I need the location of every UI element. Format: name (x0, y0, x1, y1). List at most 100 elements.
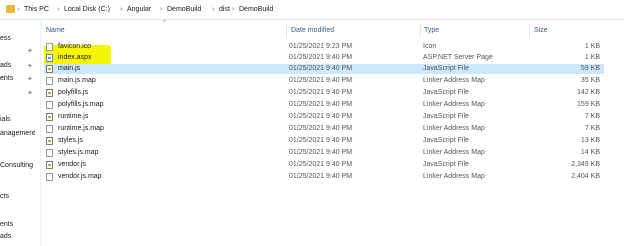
file-name: main.js (58, 65, 81, 72)
breadcrumb-demobuild-current[interactable]: DemoBuild (239, 6, 273, 13)
file-icon (46, 173, 53, 181)
nav-item[interactable]: ess (0, 35, 11, 42)
pin-icon: ✦ (27, 48, 33, 55)
breadcrumb-separator: › (17, 6, 20, 13)
file-name: styles.js.map (58, 149, 99, 156)
file-size: 13 KB (580, 137, 600, 144)
file-date: 01/25/2021 9:23 PM (289, 43, 353, 50)
file-row[interactable]: runtime.js.map 01/25/2021 9:40 PM Linker… (44, 124, 604, 134)
file-row[interactable]: vendor.js 01/25/2021 9:40 PM JavaScript … (44, 160, 604, 170)
file-row[interactable]: runtime.js 01/25/2021 9:40 PM JavaScript… (44, 112, 604, 122)
file-size: 2,404 KB (571, 173, 600, 180)
column-header-date[interactable]: Date modified (291, 27, 334, 34)
file-size: 35 KB (580, 77, 600, 84)
file-icon (46, 77, 53, 85)
column-header-row: ^ Name Date modified Type Size (41, 20, 624, 40)
nav-item[interactable]: ads (0, 233, 11, 240)
js-file-icon (46, 161, 53, 169)
file-icon (46, 101, 53, 109)
folder-icon (6, 5, 15, 13)
nav-item[interactable]: ads (0, 62, 11, 69)
file-type: Linker Address Map (423, 77, 485, 84)
sort-caret-icon: ^ (163, 20, 166, 26)
js-file-icon (46, 137, 53, 145)
file-date: 01/25/2021 9:40 PM (289, 149, 353, 156)
file-name: polyfills.js.map (58, 101, 104, 108)
file-type: Linker Address Map (423, 149, 485, 156)
file-size: 159 KB (577, 101, 600, 108)
file-size: 1 KB (584, 43, 600, 50)
file-name: runtime.js (58, 113, 89, 120)
nav-item[interactable]: ents (0, 221, 13, 228)
file-row[interactable]: styles.js.map 01/25/2021 9:40 PM Linker … (44, 148, 604, 158)
file-date: 01/25/2021 9:40 PM (289, 173, 353, 180)
file-row[interactable]: index.aspx 01/25/2021 9:40 PM ASP.NET Se… (44, 53, 604, 63)
file-type: JavaScript File (423, 89, 469, 96)
file-date: 01/25/2021 9:40 PM (289, 77, 353, 84)
file-date: 01/25/2021 9:40 PM (289, 137, 353, 144)
file-type: Icon (423, 43, 437, 50)
file-type: JavaScript File (423, 137, 469, 144)
nav-item[interactable]: anagement (0, 130, 35, 137)
address-bar[interactable]: › This PC › Local Disk (C:) › Angular › … (0, 0, 624, 20)
breadcrumb-separator: › (160, 6, 163, 13)
pin-icon: ✦ (27, 63, 33, 70)
column-divider[interactable] (529, 24, 530, 38)
file-date: 01/25/2021 9:40 PM (289, 161, 353, 168)
file-size: 2,349 KB (571, 161, 600, 168)
nav-item[interactable]: Consulting (0, 162, 33, 169)
file-name: favicon.ico (58, 43, 92, 50)
column-divider[interactable] (286, 24, 287, 38)
file-date: 01/25/2021 9:40 PM (289, 89, 353, 96)
file-name: runtime.js.map (58, 125, 104, 132)
file-row[interactable]: vendor.js.map 01/25/2021 9:40 PM Linker … (44, 172, 604, 182)
file-size: 59 KB (580, 65, 600, 72)
file-row-selected[interactable]: main.js 01/25/2021 9:40 PM JavaScript Fi… (44, 64, 604, 74)
breadcrumb-demobuild[interactable]: DemoBuild (167, 6, 201, 13)
file-date: 01/25/2021 9:40 PM (289, 101, 353, 108)
file-name: styles.js (58, 137, 83, 144)
file-type: ASP.NET Server Page (423, 54, 493, 61)
file-name: polyfills.js (58, 89, 88, 96)
column-header-size[interactable]: Size (534, 27, 548, 34)
column-header-name[interactable]: Name (46, 27, 65, 34)
file-name: vendor.js (58, 161, 87, 168)
js-file-icon (46, 113, 53, 121)
breadcrumb-angular[interactable]: Angular (127, 6, 151, 13)
js-file-icon (46, 65, 53, 73)
breadcrumb-separator: › (120, 6, 123, 13)
nav-item[interactable]: ials (0, 116, 11, 123)
file-type: JavaScript File (423, 65, 469, 72)
file-type: Linker Address Map (423, 101, 485, 108)
file-date: 01/25/2021 9:40 PM (289, 113, 353, 120)
file-type: JavaScript File (423, 161, 469, 168)
breadcrumb-this-pc[interactable]: This PC (24, 6, 49, 13)
file-row[interactable]: main.js.map 01/25/2021 9:40 PM Linker Ad… (44, 76, 604, 86)
nav-item[interactable]: ents (0, 75, 13, 82)
file-size: 142 KB (577, 89, 600, 96)
column-header-type[interactable]: Type (424, 27, 439, 34)
pin-icon: ✦ (27, 90, 33, 97)
breadcrumb-local-disk[interactable]: Local Disk (C:) (64, 6, 110, 13)
pin-icon: ✦ (27, 76, 33, 83)
file-size: 14 KB (580, 149, 600, 156)
navigation-pane: ess ✦ ads ✦ ents ✦ ✦ ials anagement Cons… (0, 20, 41, 246)
file-row[interactable]: polyfills.js.map 01/25/2021 9:40 PM Link… (44, 100, 604, 110)
file-date: 01/25/2021 9:40 PM (289, 54, 353, 61)
file-row[interactable]: favicon.ico 01/25/2021 9:23 PM Icon 1 KB (44, 42, 604, 52)
breadcrumb-separator: › (232, 6, 235, 13)
file-name: index.aspx (58, 54, 92, 61)
file-size: 7 KB (584, 113, 600, 120)
file-icon (46, 149, 53, 157)
breadcrumb-separator: › (57, 6, 60, 13)
file-row[interactable]: styles.js 01/25/2021 9:40 PM JavaScript … (44, 136, 604, 146)
aspx-file-icon (46, 54, 53, 62)
file-size: 1 KB (584, 54, 600, 61)
file-icon (46, 43, 53, 51)
column-divider[interactable] (420, 24, 421, 38)
breadcrumb-dist[interactable]: dist (219, 6, 230, 13)
file-row[interactable]: polyfills.js 01/25/2021 9:40 PM JavaScri… (44, 88, 604, 98)
nav-item[interactable]: cts (0, 193, 9, 200)
file-icon (46, 125, 53, 133)
file-type: Linker Address Map (423, 173, 485, 180)
